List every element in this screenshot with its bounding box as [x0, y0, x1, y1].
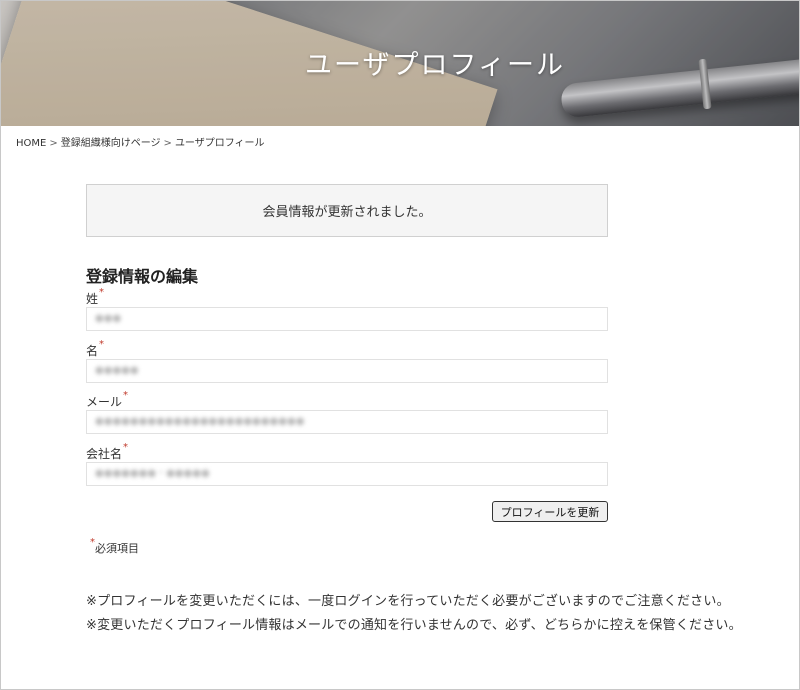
breadcrumb-home-link[interactable]: HOME	[16, 138, 46, 149]
required-legend: *必須項目	[89, 537, 139, 556]
required-mark: *	[123, 390, 129, 401]
email-label-text: メール	[86, 395, 123, 409]
login-note: ※プロフィールを変更いただくには、一度ログインを行っていただく必要がございますの…	[86, 594, 730, 609]
required-legend-text: 必須項目	[95, 542, 139, 555]
breadcrumb-current: ユーザプロフィール	[174, 138, 265, 149]
notification-note: ※変更いただくプロフィール情報はメールでの通知を行いませんので、必ず、どちらかに…	[86, 618, 742, 633]
update-notice: 会員情報が更新されました。	[86, 184, 608, 237]
last-name-label-text: 姓	[86, 292, 99, 306]
first-name-label: 名*	[86, 339, 105, 359]
hero-banner: ユーザプロフィール	[1, 1, 799, 126]
update-notice-message: 会員情報が更新されました。	[262, 205, 432, 220]
email-input[interactable]	[86, 410, 608, 434]
update-profile-button[interactable]: プロフィールを更新	[492, 501, 608, 522]
required-mark: *	[99, 287, 105, 298]
page-title: ユーザプロフィール	[305, 50, 565, 81]
last-name-label: 姓*	[86, 287, 105, 307]
breadcrumb-org-link[interactable]: 登録組織様向けページ	[61, 138, 161, 149]
company-label: 会社名*	[86, 442, 129, 462]
required-mark: *	[99, 339, 105, 350]
first-name-input[interactable]	[86, 359, 608, 383]
required-mark: *	[123, 442, 129, 453]
required-mark: *	[90, 537, 95, 548]
email-label: メール*	[86, 390, 129, 410]
form-title: 登録情報の編集	[86, 267, 199, 286]
breadcrumb-separator: >	[163, 138, 172, 149]
first-name-label-text: 名	[86, 344, 99, 358]
last-name-input[interactable]	[86, 307, 608, 331]
company-input[interactable]	[86, 462, 608, 486]
breadcrumb-separator: >	[49, 138, 58, 149]
company-label-text: 会社名	[86, 447, 123, 461]
breadcrumb: HOME > 登録組織様向けページ > ユーザプロフィール	[16, 134, 265, 149]
